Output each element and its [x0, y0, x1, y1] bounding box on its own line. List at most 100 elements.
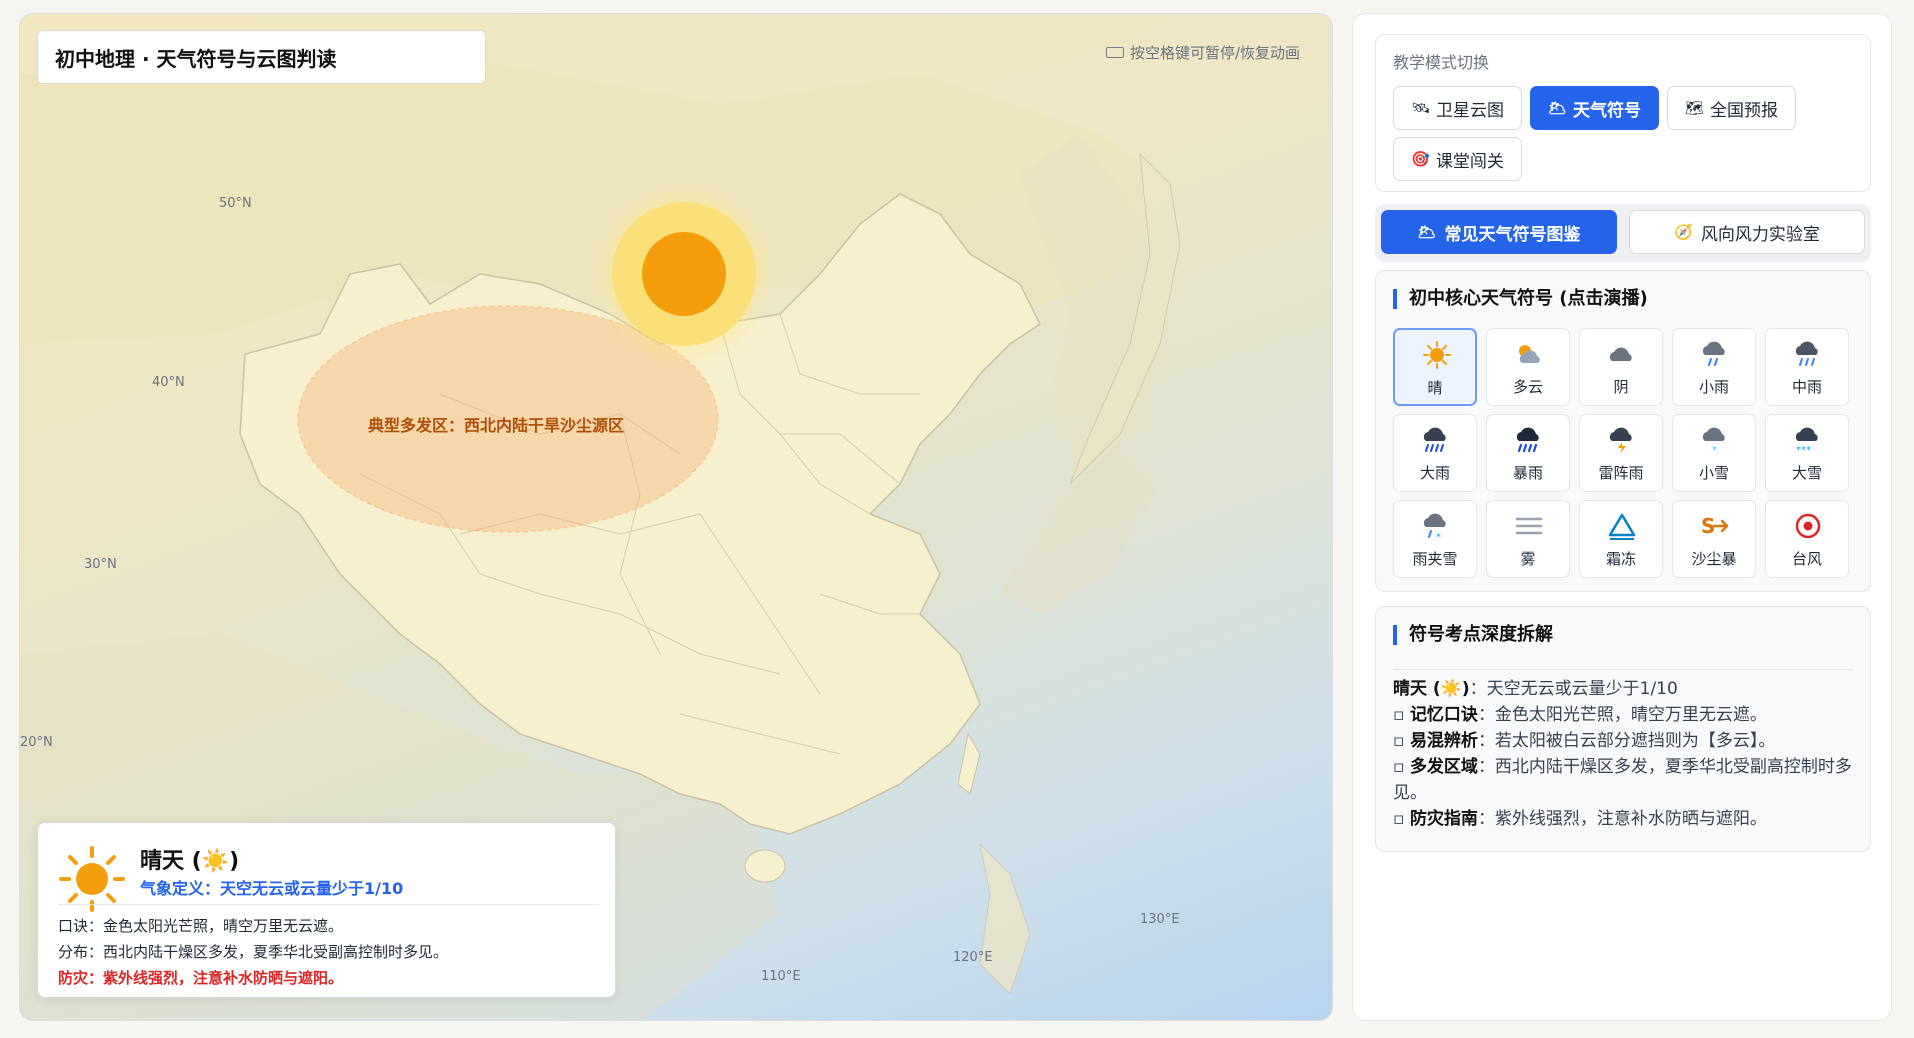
symbol-cell-light-rain[interactable]: 小雨 [1672, 328, 1756, 406]
mode-button-quiz[interactable]: 🎯 课堂闯关 [1393, 137, 1522, 181]
thunderstorm-icon [1609, 427, 1632, 454]
map-panel[interactable]: 初中地理 · 天气符号与云图判读 按空格键可暂停/恢复动画 50°N 40°N … [19, 13, 1333, 1021]
light-snow-icon: * [1702, 427, 1725, 455]
cloud-sun-icon: 🌥 [1417, 223, 1437, 241]
detail-head: 晴天 (☀️)：天空无云或云量少于1/10 [1393, 676, 1853, 702]
sun-icon [59, 846, 125, 912]
symbol-cell-partly-cloudy[interactable]: 多云 [1486, 328, 1570, 406]
info-definition: 气象定义：天空无云或云量少于1/10 [140, 879, 404, 898]
sandstorm-icon: S [1701, 514, 1729, 538]
symbol-label: 沙尘暴 [1691, 550, 1737, 568]
symbol-label: 暴雨 [1512, 464, 1543, 482]
hint-text: 按空格键可暂停/恢复动画 [1129, 44, 1300, 62]
symbol-cell-typhoon[interactable]: 台风 [1765, 500, 1849, 578]
symbol-label: 小雪 [1698, 464, 1729, 482]
map-title: 初中地理 · 天气符号与云图判读 [37, 30, 486, 84]
symbol-cell-rainstorm[interactable]: 暴雨 [1486, 414, 1570, 492]
svg-text:*: * [1436, 532, 1441, 541]
symbol-cell-frost[interactable]: 霜冻 [1579, 500, 1663, 578]
keyboard-icon [1105, 47, 1124, 58]
symbol-label: 台风 [1791, 550, 1822, 568]
lat-label-40: 40°N [152, 375, 185, 390]
detail-item-term: 记忆口诀 [1409, 705, 1478, 725]
symbol-cell-sandstorm[interactable]: S 沙尘暴 [1672, 500, 1756, 578]
lon-label-130: 130°E [1140, 912, 1180, 927]
target-icon: 🎯 [1411, 150, 1430, 168]
mode-switcher: 教学模式切换 🛰 卫星云图 🌥 天气符号 🗺 全国预报 🎯 课堂闯关 [1375, 34, 1871, 192]
symbol-cell-heavy-snow[interactable]: *** 大雪 [1765, 414, 1849, 492]
sleet-icon: * [1423, 513, 1446, 541]
symbol-cell-thunderstorm[interactable]: 雷阵雨 [1579, 414, 1663, 492]
symbol-grid: 初中核心天气符号 (点击演播) 晴 多云 阴 小雨 中雨 大雨 暴雨 雷阵雨 *… [1375, 270, 1871, 592]
mode-label-symbols: 天气符号 [1573, 100, 1642, 121]
overcast-icon [1609, 347, 1632, 361]
mode-button-satellite[interactable]: 🛰 卫星云图 [1393, 86, 1522, 130]
symbol-label: 大雨 [1419, 464, 1450, 482]
weather-info-card: 晴天 (☀️) 气象定义：天空无云或云量少于1/10 口诀：金色太阳光芒照，晴空… [37, 822, 616, 998]
detail-item: ▫ 记忆口诀：金色太阳光芒照，晴空万里无云遮。 [1393, 705, 1767, 725]
info-warning: 防灾：紫外线强烈，注意补水防晒与遮阳。 [58, 969, 344, 987]
tab-wind-lab-label: 风向风力实验室 [1700, 224, 1820, 245]
heavy-snow-icon: *** [1795, 427, 1818, 455]
cloud-sun-icon: 🌥 [1547, 99, 1568, 117]
detail-item: ▫ 防灾指南：紫外线强烈，注意补水防晒与遮阳。 [1393, 809, 1767, 829]
subtab-bar: 🌥 常见天气符号图鉴 🧭 风向风力实验室 [1375, 204, 1871, 262]
lat-label-20: 20°N [20, 735, 53, 750]
symbol-cell-sunny[interactable]: 晴 [1393, 328, 1477, 406]
info-title: 晴天 (☀️) [140, 849, 240, 874]
lat-label-30: 30°N [84, 557, 117, 572]
animation-hint: 按空格键可暂停/恢复动画 [1105, 42, 1300, 63]
fog-icon [1515, 517, 1543, 535]
detail-item: ▫ 多发区域：西北内陆干燥区多发，夏季华北受副高控制时多见。 [1393, 757, 1852, 803]
mode-label-quiz: 课堂闯关 [1435, 151, 1504, 172]
compass-icon: 🧭 [1674, 223, 1693, 241]
symbol-cell-sleet[interactable]: * 雨夹雪 [1393, 500, 1477, 578]
moderate-rain-icon [1795, 341, 1818, 366]
rainstorm-icon [1516, 427, 1539, 453]
symbol-label: 大雪 [1791, 464, 1822, 482]
dust-zone-label: 典型多发区：西北内陆干旱沙尘源区 [368, 416, 625, 435]
detail-head-text: ：天空无云或云量少于1/10 [1469, 679, 1678, 699]
control-panel: 教学模式切换 🛰 卫星云图 🌥 天气符号 🗺 全国预报 🎯 课堂闯关 🌥 常见天… [1352, 13, 1892, 1021]
detail-item-text: ：金色太阳光芒照，晴空万里无云遮。 [1477, 705, 1767, 725]
tab-wind-lab[interactable]: 🧭 风向风力实验室 [1629, 210, 1865, 254]
symbol-label: 霜冻 [1605, 550, 1636, 568]
detail-divider [1393, 669, 1853, 670]
symbol-label: 雾 [1520, 550, 1536, 568]
detail-item-term: 多发区域 [1409, 757, 1478, 777]
svg-text:***: *** [1796, 445, 1811, 455]
symbol-label: 雨夹雪 [1412, 550, 1458, 568]
symbol-label: 晴 [1427, 379, 1443, 397]
heavy-rain-icon [1423, 427, 1446, 452]
tab-symbol-catalog[interactable]: 🌥 常见天气符号图鉴 [1381, 210, 1617, 254]
mode-label-satellite: 卫星云图 [1436, 100, 1505, 121]
symbol-cell-moderate-rain[interactable]: 中雨 [1765, 328, 1849, 406]
lat-label-50: 50°N [219, 196, 252, 211]
symbol-cell-overcast[interactable]: 阴 [1579, 328, 1663, 406]
detail-item-text: ：紫外线强烈，注意补水防晒与遮阳。 [1477, 809, 1767, 829]
symbol-label: 雷阵雨 [1598, 464, 1644, 482]
tab-symbol-catalog-label: 常见天气符号图鉴 [1444, 224, 1581, 245]
detail-item-text: ：若太阳被白云部分遮挡则为【多云】。 [1477, 731, 1776, 751]
detail-item-term: 防灾指南 [1409, 809, 1478, 829]
partly-cloudy-icon [1519, 345, 1540, 363]
info-distribution: 分布：西北内陆干燥区多发，夏季华北受副高控制时多见。 [58, 943, 449, 961]
symbol-label: 阴 [1613, 378, 1629, 396]
mode-button-forecast[interactable]: 🗺 全国预报 [1667, 86, 1796, 130]
sun-icon [1423, 341, 1451, 369]
typhoon-icon [1795, 513, 1821, 539]
info-mnemonic: 口诀：金色太阳光芒照，晴空万里无云遮。 [58, 917, 344, 935]
symbol-cell-light-snow[interactable]: * 小雪 [1672, 414, 1756, 492]
symbol-cell-heavy-rain[interactable]: 大雨 [1393, 414, 1477, 492]
symbol-label: 中雨 [1791, 378, 1822, 396]
symbol-cell-fog[interactable]: 雾 [1486, 500, 1570, 578]
info-divider [58, 904, 599, 905]
grid-title: 初中核心天气符号 (点击演播) [1393, 289, 1648, 309]
mode-button-symbols[interactable]: 🌥 天气符号 [1530, 86, 1659, 130]
symbol-label: 多云 [1512, 378, 1543, 396]
detail-title: 符号考点深度拆解 [1393, 625, 1553, 645]
lon-label-120: 120°E [953, 950, 993, 965]
detail-item: ▫ 易混辨析：若太阳被白云部分遮挡则为【多云】。 [1393, 731, 1776, 751]
frost-icon [1608, 513, 1636, 540]
symbol-label: 小雨 [1698, 378, 1729, 396]
